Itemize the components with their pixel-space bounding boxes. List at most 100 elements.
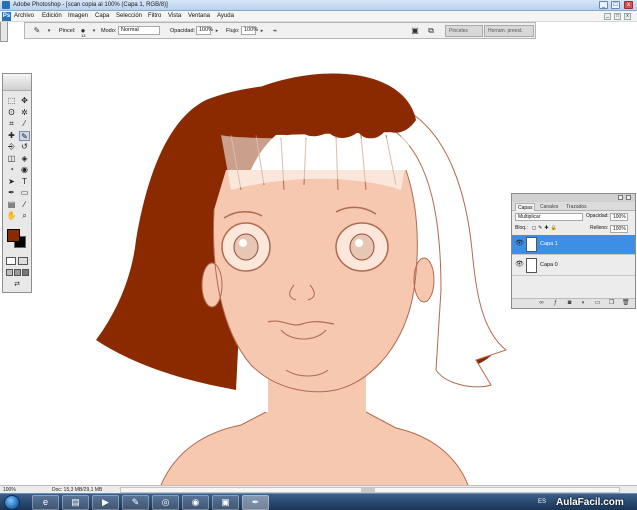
tools-panel-header[interactable] bbox=[3, 74, 31, 91]
standard-mode-icon[interactable] bbox=[6, 257, 16, 265]
fill-input[interactable]: 100% bbox=[610, 225, 628, 233]
tray-language[interactable]: ES bbox=[538, 497, 546, 507]
eyedropper-tool-icon[interactable]: ⁄ bbox=[19, 200, 30, 210]
menu-vista[interactable]: Vista bbox=[168, 11, 181, 22]
trash-icon[interactable]: 🗑 bbox=[622, 300, 630, 307]
layers-panel: Capas Canales Trazados Multiplicar Opaci… bbox=[511, 193, 636, 309]
panel-minimize-icon[interactable] bbox=[618, 195, 623, 200]
menu-filtro[interactable]: Filtro bbox=[148, 11, 161, 22]
airbrush-icon[interactable]: ⌁ bbox=[269, 25, 281, 37]
group-icon[interactable]: ▭ bbox=[594, 300, 601, 307]
tab-brushes[interactable]: Pinceles bbox=[445, 25, 483, 37]
doc-restore-button[interactable]: □ bbox=[614, 13, 621, 20]
screen-mode-1-icon[interactable] bbox=[6, 269, 13, 276]
start-button[interactable] bbox=[4, 495, 20, 510]
eraser-tool-icon[interactable]: ◫ bbox=[6, 154, 17, 164]
menu-seleccion[interactable]: Selección bbox=[116, 11, 142, 22]
imageready-icon[interactable]: ⇄ bbox=[6, 280, 28, 289]
left-ear bbox=[201, 262, 223, 308]
menu-edicion[interactable]: Edición bbox=[42, 11, 62, 22]
layer-row[interactable]: 👁 Capa 1 bbox=[512, 235, 635, 255]
blur-tool-icon[interactable]: ◔ bbox=[6, 165, 17, 175]
lock-icons[interactable]: ◻✎✚🔒 bbox=[532, 224, 559, 232]
mask-icon[interactable]: ◙ bbox=[566, 300, 573, 307]
history-brush-tool-icon[interactable]: ↺ bbox=[19, 142, 30, 152]
layer-style-icon[interactable]: ƒ bbox=[552, 300, 559, 307]
flow-input[interactable]: 100% bbox=[241, 26, 258, 35]
new-layer-icon[interactable]: ❐ bbox=[608, 300, 615, 307]
media-player-icon[interactable]: ▶ bbox=[92, 495, 119, 510]
document-icon[interactable]: Ps bbox=[2, 12, 11, 21]
panel-close-icon[interactable] bbox=[626, 195, 631, 200]
menu-ventana[interactable]: Ventana bbox=[188, 11, 210, 22]
tab-trazados[interactable]: Trazados bbox=[564, 203, 589, 211]
crop-tool-icon[interactable]: ⌗ bbox=[6, 119, 17, 129]
palette-well-icon[interactable]: ⧉ bbox=[425, 25, 437, 37]
explorer-icon[interactable]: ▤ bbox=[62, 495, 89, 510]
scrollbar-thumb[interactable] bbox=[361, 488, 375, 492]
layer-opacity-input[interactable]: 100% bbox=[610, 213, 628, 221]
flow-dropdown-icon[interactable]: ▸ bbox=[256, 25, 268, 37]
eye-icon[interactable]: 👁 bbox=[515, 240, 524, 248]
ie-icon[interactable]: e bbox=[32, 495, 59, 510]
pen-tool-icon[interactable]: ✒ bbox=[6, 188, 17, 198]
layer-row[interactable]: 👁 Capa 0 bbox=[512, 256, 635, 276]
right-pupil-highlight bbox=[355, 239, 363, 247]
zoom-tool-icon[interactable]: ⌕ bbox=[19, 211, 30, 221]
maximize-button[interactable]: □ bbox=[611, 1, 620, 9]
screen-mode-3-icon[interactable] bbox=[22, 269, 29, 276]
opacity-dropdown-icon[interactable]: ▸ bbox=[211, 25, 223, 37]
chevron-down-icon[interactable]: ▾ bbox=[43, 25, 55, 37]
file-browser-icon[interactable]: ▣ bbox=[409, 25, 421, 37]
tab-capas[interactable]: Capas bbox=[515, 203, 536, 211]
mode-select[interactable]: Normal bbox=[118, 26, 160, 35]
menu-imagen[interactable]: Imagen bbox=[68, 11, 88, 22]
chrome-icon[interactable]: ◉ bbox=[182, 495, 209, 510]
foreground-color-swatch[interactable] bbox=[7, 229, 20, 242]
taskbar: e ▤ ▶ ✎ ◎ ◉ ▣ ✒ ES bbox=[0, 493, 637, 510]
adjustment-icon[interactable]: ◐ bbox=[580, 300, 587, 307]
dodge-tool-icon[interactable]: ◉ bbox=[19, 165, 30, 175]
type-tool-icon[interactable]: T bbox=[19, 177, 30, 187]
screen-mode-2-icon[interactable] bbox=[14, 269, 21, 276]
bucket-tool-icon[interactable]: ◈ bbox=[19, 154, 30, 164]
stamp-tool-icon[interactable]: ⎆ bbox=[6, 142, 17, 152]
menu-ayuda[interactable]: Ayuda bbox=[217, 11, 234, 22]
hand-tool-icon[interactable]: ✋ bbox=[6, 211, 17, 221]
menu-bar: Ps Archivo Edición Imagen Capa Selección… bbox=[0, 11, 637, 22]
chrome-icon[interactable]: ◎ bbox=[152, 495, 179, 510]
tab-canales[interactable]: Canales bbox=[538, 203, 560, 211]
brush-label: Pincel: bbox=[59, 28, 76, 34]
move-tool-icon[interactable]: ✥ bbox=[19, 96, 30, 106]
doc-minimize-button[interactable]: _ bbox=[604, 13, 611, 20]
marquee-tool-icon[interactable]: ⬚ bbox=[6, 96, 17, 106]
notes-tool-icon[interactable]: ▤ bbox=[6, 200, 17, 210]
magic-wand-tool-icon[interactable]: ✲ bbox=[19, 108, 30, 118]
blend-mode-select[interactable]: Multiplicar bbox=[515, 213, 583, 221]
quick-mask-icon[interactable] bbox=[18, 257, 28, 265]
link-icon[interactable]: ∞ bbox=[538, 300, 545, 307]
path-select-tool-icon[interactable]: ➤ bbox=[6, 177, 17, 187]
menu-capa[interactable]: Capa bbox=[95, 11, 109, 22]
healing-tool-icon[interactable]: ✚ bbox=[6, 131, 17, 141]
brush-dropdown-icon[interactable]: ▾ bbox=[88, 25, 100, 37]
photoshop-icon bbox=[2, 1, 10, 9]
close-button[interactable]: x bbox=[624, 1, 633, 9]
window-icon[interactable]: ▣ bbox=[212, 495, 239, 510]
opacity-input[interactable]: 100% bbox=[196, 26, 213, 35]
lasso-tool-icon[interactable]: ʘ bbox=[6, 108, 17, 118]
left-pupil-highlight bbox=[239, 239, 247, 247]
paint-icon[interactable]: ✎ bbox=[122, 495, 149, 510]
layer-opacity-label: Opacidad: bbox=[586, 213, 609, 219]
brush-tool-icon[interactable]: ✎ bbox=[19, 130, 30, 141]
doc-close-button[interactable]: x bbox=[624, 13, 631, 20]
shape-tool-icon[interactable]: ▭ bbox=[19, 188, 30, 198]
brush-preset-icon[interactable]: ✎ bbox=[31, 25, 43, 37]
tab-tool-presets[interactable]: Herram. preest. bbox=[484, 25, 534, 37]
minimize-button[interactable]: _ bbox=[599, 1, 608, 9]
slice-tool-icon[interactable]: ⁄ bbox=[19, 119, 30, 129]
photoshop-taskbar-icon[interactable]: ✒ bbox=[242, 495, 269, 510]
layers-panel-header[interactable] bbox=[512, 194, 635, 202]
eye-icon[interactable]: 👁 bbox=[515, 261, 524, 269]
menu-archivo[interactable]: Archivo bbox=[14, 11, 34, 22]
